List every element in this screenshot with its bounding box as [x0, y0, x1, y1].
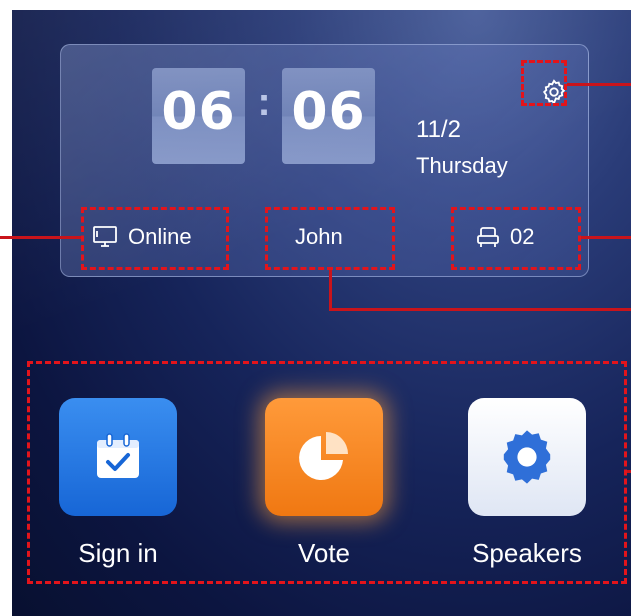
- date-text: 11/2: [416, 116, 461, 143]
- connection-callout-box: [81, 207, 229, 270]
- user-callout-box: [265, 207, 395, 270]
- seat-callout-line: [581, 236, 631, 239]
- minutes-display: 06: [282, 68, 375, 164]
- clock-separator: :: [257, 80, 271, 124]
- settings-callout-box: [521, 60, 567, 106]
- hours-text: 06: [161, 82, 236, 142]
- connection-callout-line: [0, 236, 81, 239]
- user-callout-line-vertical: [329, 270, 332, 310]
- apps-callout-line: [627, 470, 631, 473]
- weekday-text: Thursday: [416, 153, 508, 178]
- apps-callout-box: [27, 361, 627, 584]
- seat-callout-box: [451, 207, 581, 270]
- user-callout-line-horizontal: [329, 308, 631, 311]
- hours-display: 06: [152, 68, 245, 164]
- minutes-text: 06: [291, 82, 366, 142]
- settings-callout-line: [567, 83, 631, 86]
